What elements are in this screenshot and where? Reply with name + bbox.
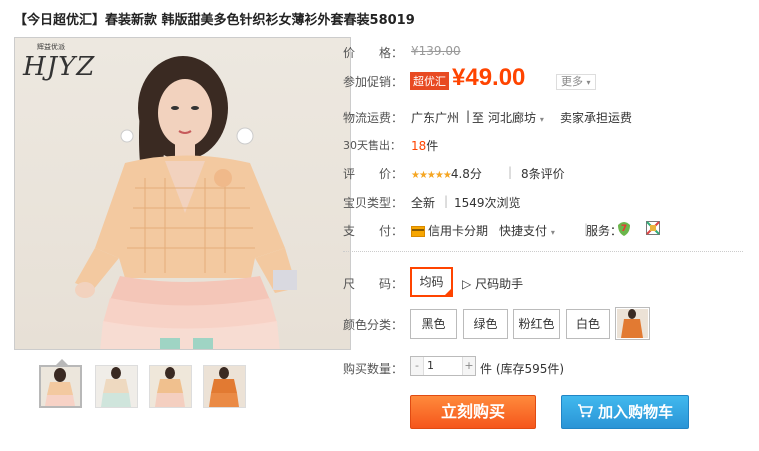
caret-right-icon: ▷ [462,277,472,291]
item-condition: 全新 [411,196,436,210]
shipping-sep: 至 [472,111,485,125]
thumbnail-4[interactable] [203,365,246,408]
more-promos-dropdown[interactable]: 更多 ▾ [556,74,596,90]
stock-info: 件 (库存595件) [480,362,565,376]
add-to-cart-label: 加入购物车 [598,403,674,421]
quantity-increase-button[interactable]: + [462,357,475,375]
sold-label: 30天售出： [343,139,401,152]
shipping-from: 广东广州 [411,111,460,125]
sold-count-wrap: 18件 [411,137,438,154]
original-price: ¥139.00 [411,44,461,58]
rating-divider: | [508,165,513,179]
promo-price: ¥49.00 [452,64,526,91]
quantity-label: 购买数量： [343,362,404,376]
review-count-link[interactable]: 8条评价 [521,165,565,182]
sold-count: 18 [411,139,427,153]
promo-label: 参加促销： [343,75,404,89]
chevron-down-icon: ▾ [586,78,591,87]
price-label: 价 格： [343,46,404,60]
quick-pay-dropdown[interactable]: 快捷支付 ▾ [499,222,555,239]
type-divider: | [444,194,449,208]
color-option-black[interactable]: 黑色 [410,309,457,339]
color-option-white[interactable]: 白色 [566,309,610,339]
thumbnail-3[interactable] [149,365,192,408]
color-option-orange-swatch[interactable] [615,307,650,340]
buy-now-button[interactable]: 立刻购买 [410,395,536,429]
quantity-decrease-button[interactable]: - [411,357,424,375]
thumbnail-2[interactable] [95,365,138,408]
selected-check-icon [444,288,452,296]
add-to-cart-button[interactable]: 加入购物车 [561,395,689,429]
shipping-label: 物流运费： [343,111,404,125]
rating-label: 评 价： [343,167,404,181]
size-label: 尺 码： [343,277,404,291]
chevron-down-icon: ▾ [539,115,544,124]
main-product-image[interactable]: 辉益优派 HJYZ [14,37,351,350]
model-photo [75,56,297,349]
item-type-label: 宝贝类型： [343,196,404,210]
product-title: 【今日超优汇】春装新款 韩版甜美多色针织衫女薄衫外套春装58019 [14,13,415,28]
promo-badge: 超优汇 [410,72,449,90]
section-divider [343,251,743,252]
service-badge-icon[interactable]: 7 [616,219,632,240]
chevron-down-icon: ▾ [550,228,555,237]
quantity-input[interactable]: 1 [427,359,434,372]
rating-summary[interactable]: ★★★★★4.8分 [411,165,482,182]
size-option-label: 均码 [419,275,444,289]
color-option-green[interactable]: 绿色 [463,309,508,339]
shipping-note: 卖家承担运费 [560,111,633,125]
size-helper-link[interactable]: ▷ 尺码助手 [462,275,523,292]
credit-installment[interactable]: 信用卡分期 [411,222,488,239]
quantity-stepper[interactable]: - 1 + [410,356,476,376]
color-option-pink[interactable]: 粉红色 [513,309,560,339]
thumbnail-1[interactable] [39,365,82,408]
guarantee-icon[interactable] [646,221,660,238]
cart-icon [577,403,598,421]
sold-unit: 件 [426,139,439,153]
rating-score: 4.8分 [450,167,482,181]
size-option-onesize[interactable]: 均码 [410,267,453,297]
view-count: 1549次浏览 [454,196,521,210]
credit-card-icon [411,226,425,237]
shipping-destination-dropdown[interactable]: 河北廊坊 ▾ [488,109,544,126]
payment-label: 支 付： [343,224,404,238]
color-label: 颜色分类： [343,318,404,332]
shipping-divider: | [466,109,471,123]
svg-text:7: 7 [621,224,627,234]
rating-stars-icon: ★★★★★ [411,170,452,181]
